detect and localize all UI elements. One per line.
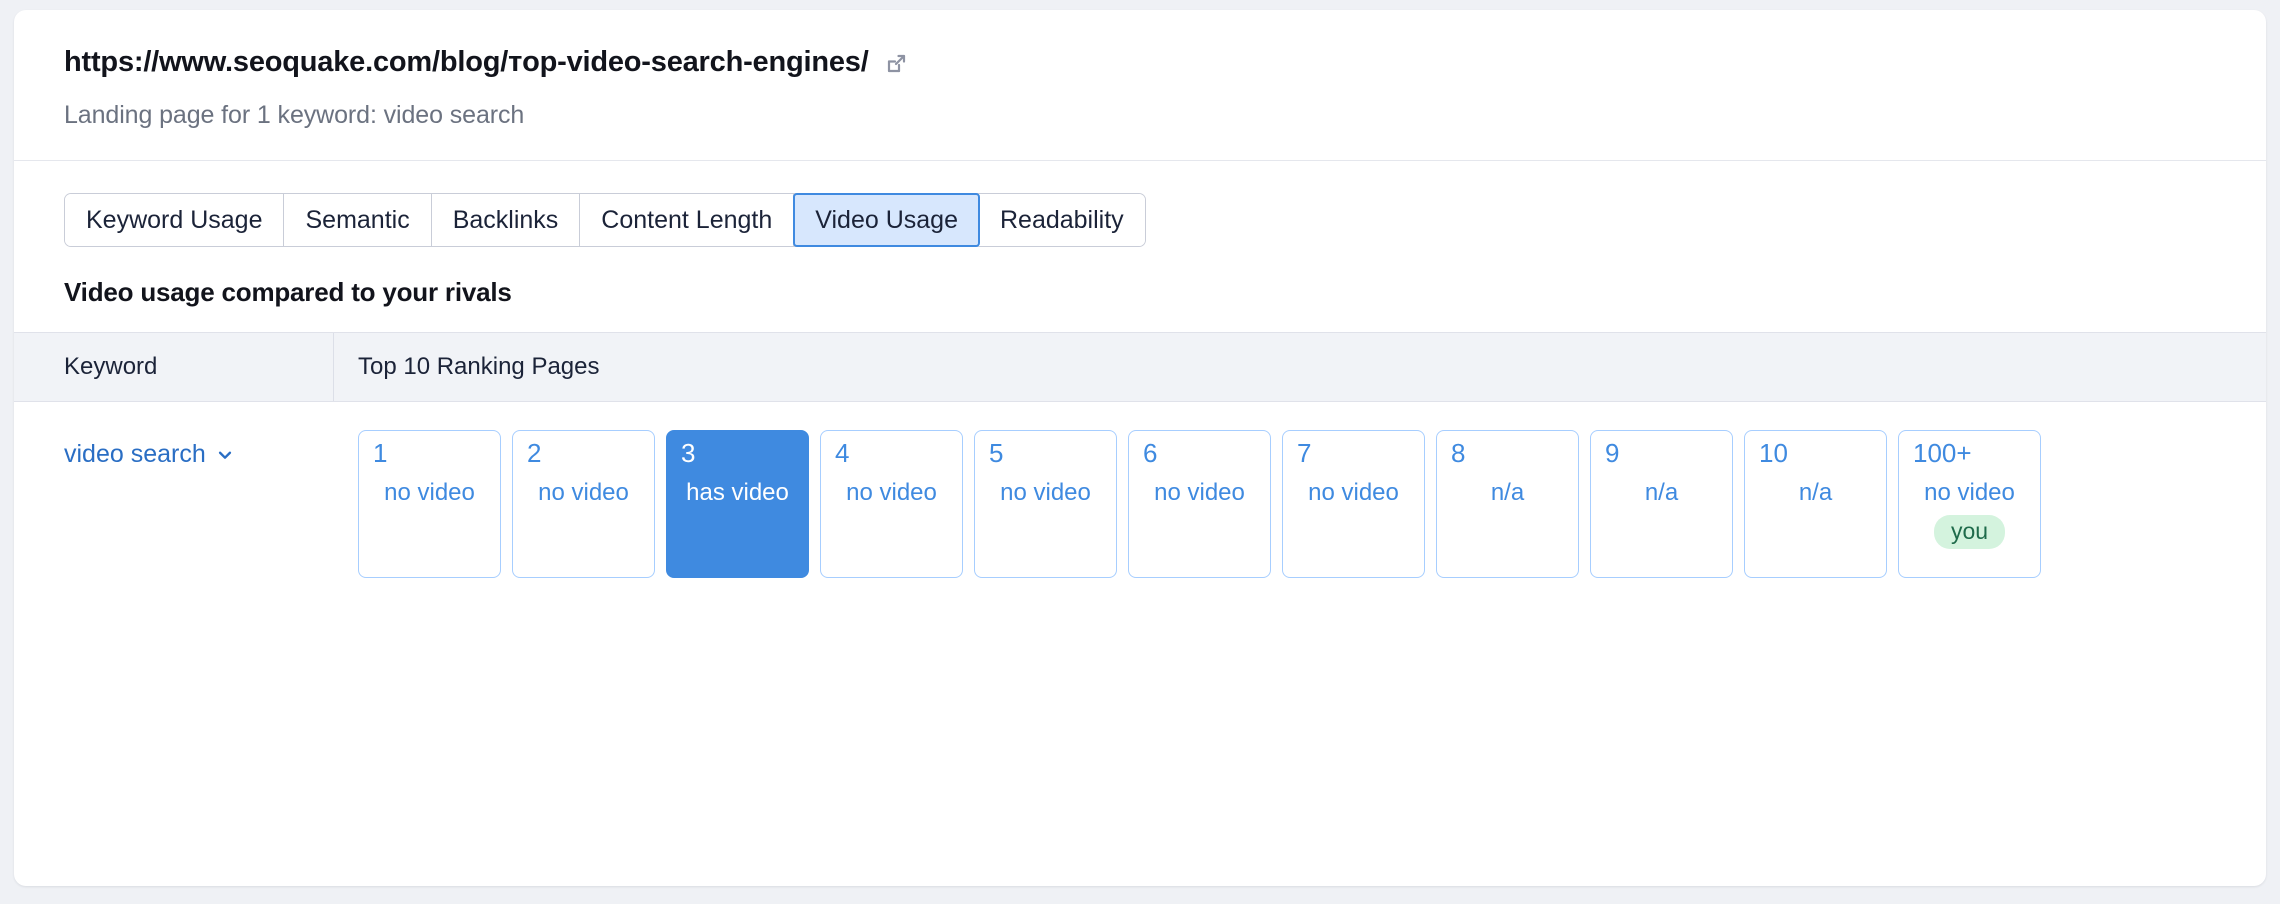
- video-status: no video: [1154, 481, 1245, 505]
- rank-number: 3: [681, 440, 695, 466]
- rank-card-5[interactable]: 5 no video: [974, 430, 1117, 578]
- rank-card-7[interactable]: 7 no video: [1282, 430, 1425, 578]
- page-root: https://www.seoquake.com/blog/тop-video-…: [0, 0, 2280, 904]
- rank-number: 8: [1451, 440, 1465, 466]
- tab-semantic[interactable]: Semantic: [284, 194, 431, 246]
- table-header-row: Keyword Top 10 Ranking Pages: [14, 332, 2266, 402]
- video-status: no video: [384, 481, 475, 505]
- panel-header: https://www.seoquake.com/blog/тop-video-…: [14, 10, 2266, 161]
- video-status: n/a: [1645, 481, 1678, 505]
- external-link-icon[interactable]: [883, 51, 909, 77]
- rank-number: 7: [1297, 440, 1311, 466]
- video-status: has video: [686, 481, 789, 505]
- section-title: Video usage compared to your rivals: [14, 247, 2266, 332]
- rank-card-3[interactable]: 3 has video: [666, 430, 809, 578]
- landing-page-subtitle: Landing page for 1 keyword: video search: [64, 101, 2216, 130]
- rank-number: 9: [1605, 440, 1619, 466]
- video-usage-table: Keyword Top 10 Ranking Pages video searc…: [14, 332, 2266, 578]
- rank-card-1[interactable]: 1 no video: [358, 430, 501, 578]
- tab-backlinks[interactable]: Backlinks: [432, 194, 581, 246]
- rank-card-6[interactable]: 6 no video: [1128, 430, 1271, 578]
- url-line: https://www.seoquake.com/blog/тop-video-…: [64, 46, 2216, 79]
- metric-tabs: Keyword Usage Semantic Backlinks Content…: [64, 193, 1146, 247]
- rank-number: 100+: [1913, 440, 1972, 466]
- rank-number: 10: [1759, 440, 1788, 466]
- tabs-wrapper: Keyword Usage Semantic Backlinks Content…: [14, 161, 2266, 247]
- page-title-url: https://www.seoquake.com/blog/тop-video-…: [64, 46, 869, 79]
- video-status: no video: [538, 481, 629, 505]
- rank-card-8[interactable]: 8 n/a: [1436, 430, 1579, 578]
- rank-number: 6: [1143, 440, 1157, 466]
- tab-keyword-usage[interactable]: Keyword Usage: [65, 194, 284, 246]
- table-row: video search 1 no video 2: [14, 402, 2266, 578]
- video-status: no video: [1000, 481, 1091, 505]
- landing-page-panel: https://www.seoquake.com/blog/тop-video-…: [14, 10, 2266, 886]
- rank-card-10[interactable]: 10 n/a: [1744, 430, 1887, 578]
- ranking-pages-cell: 1 no video 2 no video 3 has video 4 no v…: [334, 430, 2266, 578]
- keyword-cell: video search: [14, 430, 334, 578]
- column-header-top-10-ranking-pages: Top 10 Ranking Pages: [334, 333, 2266, 401]
- rank-card-9[interactable]: 9 n/a: [1590, 430, 1733, 578]
- video-status: n/a: [1799, 481, 1832, 505]
- keyword-label: video search: [64, 440, 206, 469]
- rank-card-2[interactable]: 2 no video: [512, 430, 655, 578]
- video-status: no video: [1308, 481, 1399, 505]
- video-status: no video: [846, 481, 937, 505]
- column-header-keyword: Keyword: [14, 333, 334, 401]
- chevron-down-icon: [216, 446, 234, 464]
- you-badge: you: [1934, 515, 2005, 549]
- tab-readability[interactable]: Readability: [979, 194, 1145, 246]
- rank-number: 5: [989, 440, 1003, 466]
- rank-number: 2: [527, 440, 541, 466]
- rank-card-4[interactable]: 4 no video: [820, 430, 963, 578]
- keyword-expand-toggle[interactable]: video search: [64, 440, 234, 469]
- tab-video-usage[interactable]: Video Usage: [793, 193, 980, 247]
- tab-content-length[interactable]: Content Length: [580, 194, 794, 246]
- rank-number: 4: [835, 440, 849, 466]
- rank-card-100-plus[interactable]: 100+ no video you: [1898, 430, 2041, 578]
- video-status: n/a: [1491, 481, 1524, 505]
- rank-number: 1: [373, 440, 387, 466]
- video-status: no video: [1924, 481, 2015, 505]
